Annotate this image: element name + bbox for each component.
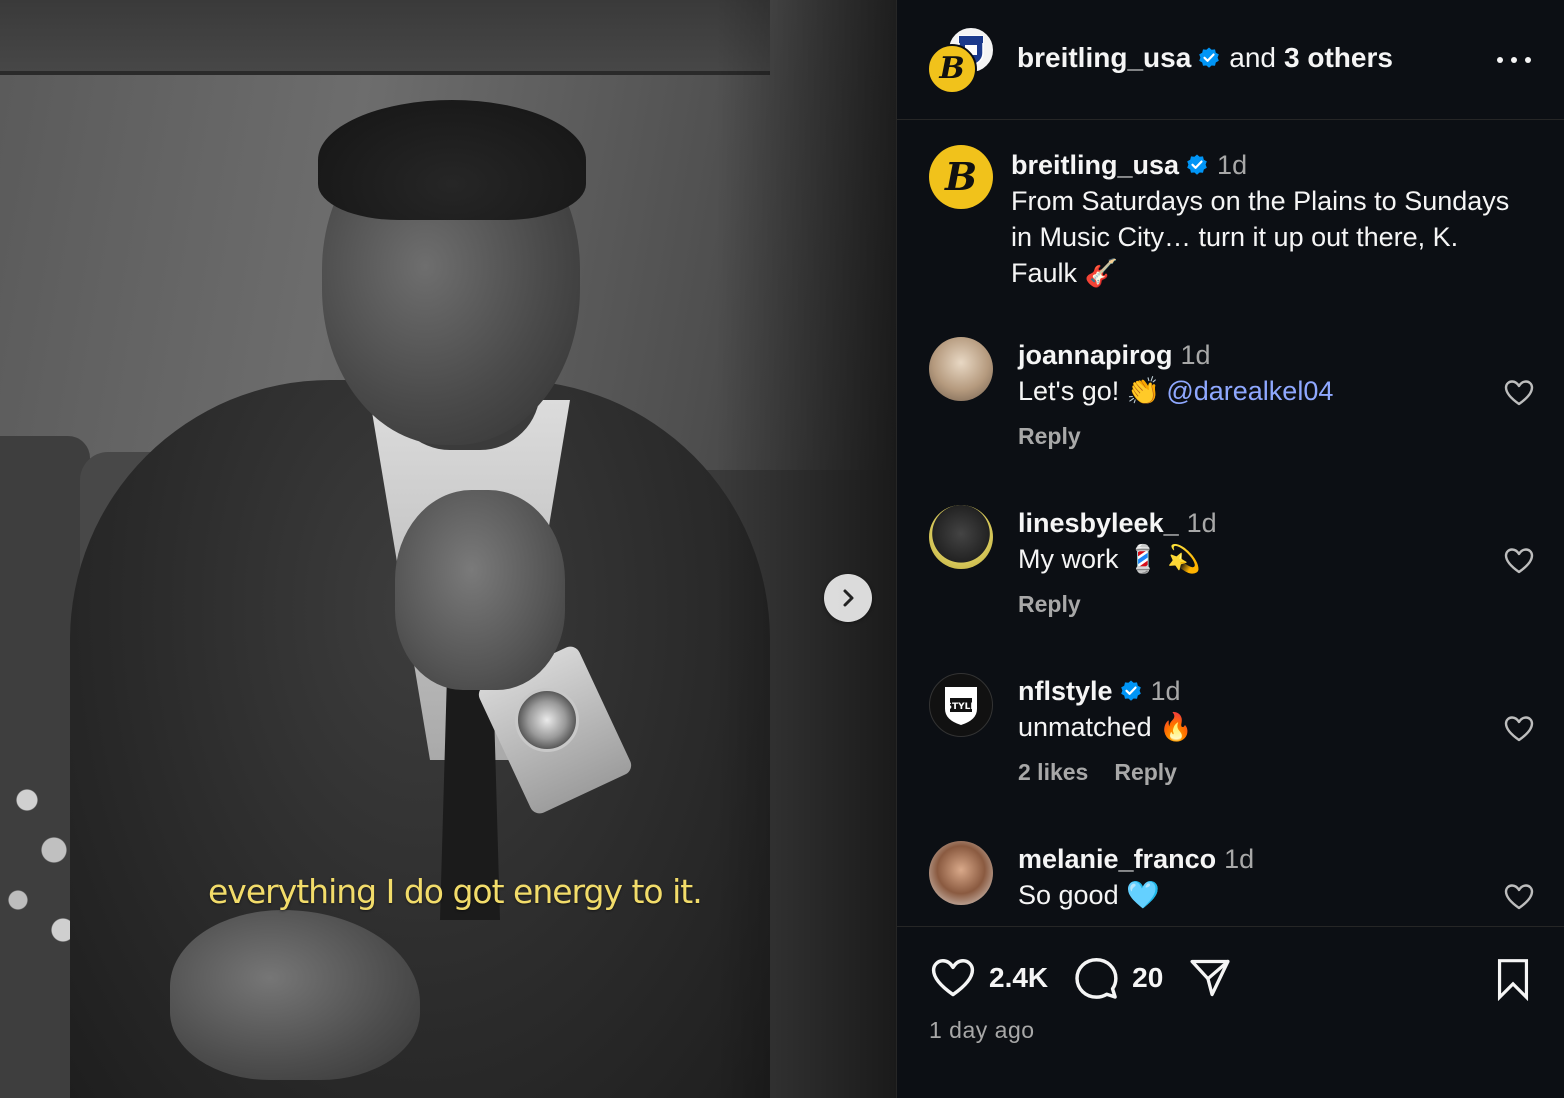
video-subtitle: everything I do got energy to it. [208, 872, 703, 911]
comment-time: 1d [1186, 508, 1217, 538]
reply-button[interactable]: Reply [1018, 423, 1081, 450]
next-media-button[interactable] [824, 574, 872, 622]
dot [1511, 57, 1517, 63]
post-actions-bar: 2.4K 20 1 day ago [897, 926, 1564, 1098]
caption-author-avatar[interactable]: B [929, 145, 993, 209]
comment-text: Let's go! 👏 [1018, 376, 1161, 406]
share-action[interactable] [1187, 956, 1233, 1000]
breitling-logo-icon: B [944, 154, 978, 199]
comment-text: So good 🩵 [1018, 880, 1160, 910]
commenter-avatar[interactable] [929, 841, 993, 905]
picture-frame [0, 0, 770, 75]
verified-badge-icon [1119, 679, 1143, 703]
verified-badge-icon [1185, 153, 1209, 177]
comment-time: 1d [1150, 676, 1181, 706]
heart-icon[interactable] [929, 955, 977, 1001]
comment-username[interactable]: melanie_franco [1018, 841, 1216, 877]
comment-username[interactable]: nflstyle [1018, 673, 1113, 709]
hand [395, 490, 565, 690]
commenter-avatar[interactable]: STYLE [929, 673, 993, 737]
commenter-avatar[interactable] [929, 337, 993, 401]
shadow [716, 0, 896, 1098]
post-timestamp[interactable]: 1 day ago [929, 1017, 1035, 1044]
watch [515, 688, 579, 752]
comments-count: 20 [1132, 962, 1164, 993]
comment-text: My work 💈 💫 [1018, 544, 1201, 574]
comment-item: melanie_franco 1d So good 🩵 [929, 841, 1539, 925]
breitling-logo-icon: B [939, 51, 965, 86]
share-paper-plane-icon[interactable] [1187, 956, 1233, 1000]
reply-button[interactable]: Reply [1114, 759, 1177, 786]
post-authors: breitling_usa and 3 others [1017, 42, 1393, 74]
chevron-right-icon [843, 589, 854, 607]
author-username[interactable]: breitling_usa [1017, 42, 1191, 74]
more-options-button[interactable] [1497, 48, 1531, 72]
post-side-panel: B breitling_usa and 3 others B breitling… [896, 0, 1564, 1098]
comment-username[interactable]: linesbyleek_ [1018, 505, 1179, 541]
collab-avatars[interactable]: B [927, 26, 997, 96]
heart-icon[interactable] [1503, 545, 1535, 577]
comment-bubble-icon[interactable] [1072, 955, 1120, 1001]
verified-badge-icon [1197, 46, 1221, 70]
comment-item: linesbyleek_ 1d My work 💈 💫 Reply [929, 505, 1539, 655]
comment-likes[interactable]: 2 likes [1018, 759, 1088, 786]
comment-item: STYLE nflstyle 1d unmatched 🔥 2 likes Re… [929, 673, 1539, 823]
heart-icon[interactable] [1503, 713, 1535, 745]
dot [1525, 57, 1531, 63]
hair [318, 100, 586, 220]
svg-text:STYLE: STYLE [945, 702, 976, 712]
others-link[interactable]: 3 others [1284, 42, 1393, 74]
comment-time: 1d [1224, 844, 1255, 874]
comment-time: 1d [1180, 340, 1211, 370]
breitling-avatar[interactable]: B [927, 44, 977, 94]
caption-text: From Saturdays on the Plains to Sundays … [1011, 186, 1510, 288]
nfl-style-logo-icon: STYLE [945, 687, 977, 725]
dot [1497, 57, 1503, 63]
mention-link[interactable]: @darealkel04 [1166, 376, 1333, 406]
commenter-avatar[interactable] [929, 505, 993, 569]
comments-list[interactable]: B breitling_usa 1d From Saturdays on the… [897, 121, 1564, 925]
caption-time: 1d [1217, 150, 1248, 180]
comment-action[interactable]: 20 [1072, 955, 1163, 1001]
caption-username[interactable]: breitling_usa [1011, 147, 1179, 183]
reply-button[interactable]: Reply [1018, 591, 1081, 618]
likes-count[interactable]: 2.4K [989, 962, 1048, 994]
comment-text: unmatched 🔥 [1018, 712, 1193, 742]
heart-icon[interactable] [1503, 881, 1535, 913]
bookmark-icon[interactable] [1493, 957, 1533, 1001]
comment-item: joannapirog 1d Let's go! 👏 @darealkel04 R… [929, 337, 1539, 487]
heart-icon[interactable] [1503, 377, 1535, 409]
post-media[interactable]: everything I do got energy to it. [0, 0, 896, 1098]
post-header: B breitling_usa and 3 others [897, 0, 1564, 120]
comment-username[interactable]: joannapirog [1018, 337, 1173, 373]
like-action[interactable]: 2.4K [929, 955, 1048, 1001]
and-text: and [1229, 42, 1276, 73]
